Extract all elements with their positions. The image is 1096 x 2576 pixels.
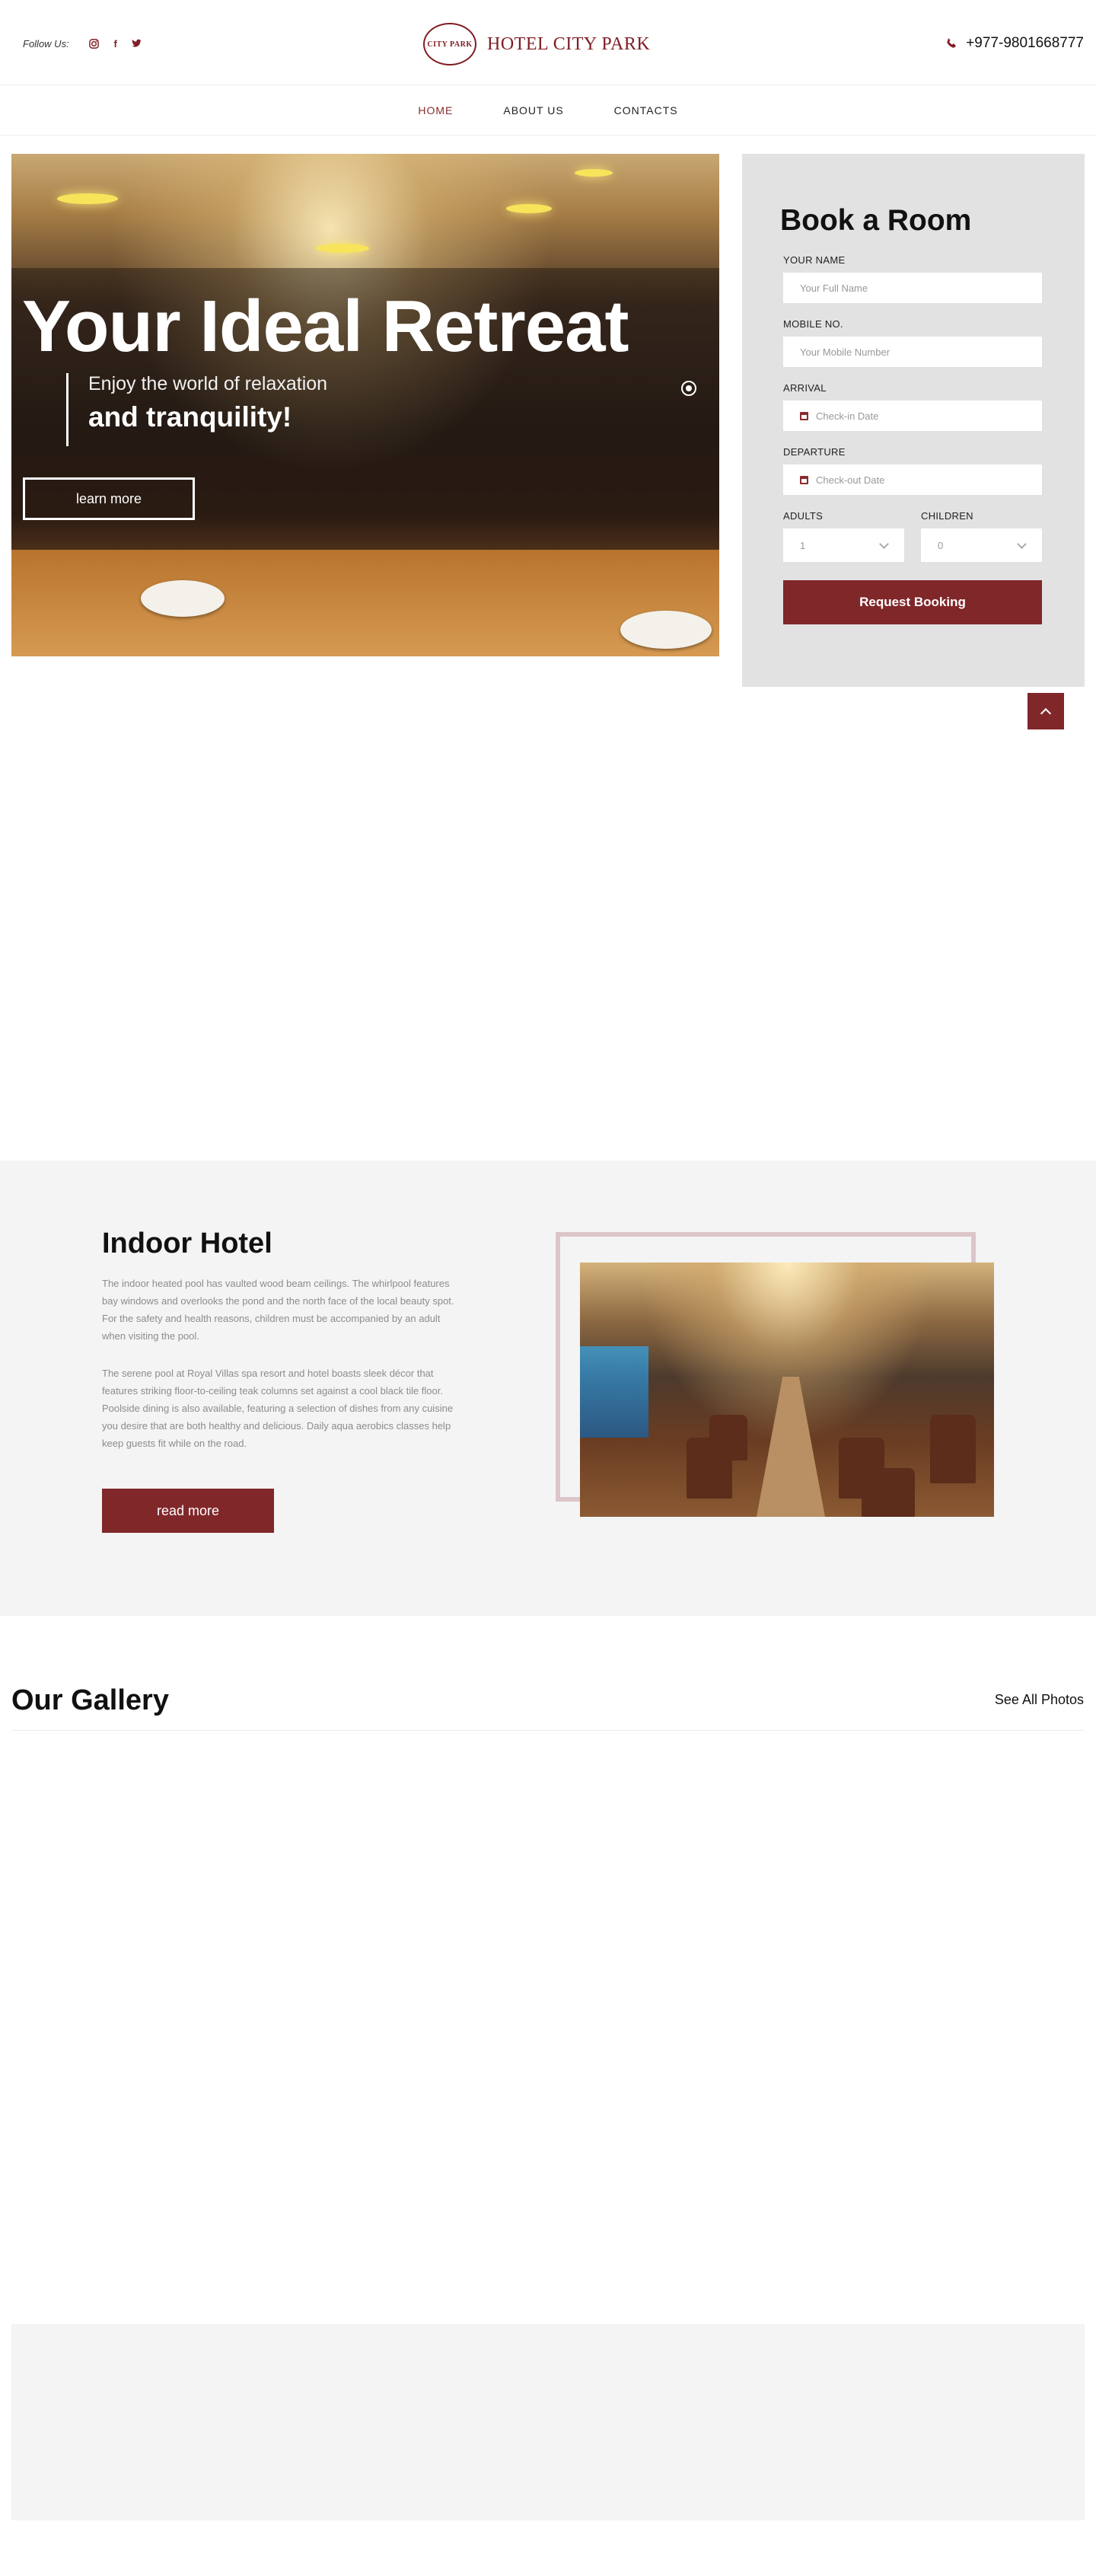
hero-subtitle: Enjoy the world of relaxation and tranqu… xyxy=(66,373,327,446)
adults-select[interactable]: 1 xyxy=(783,528,904,562)
name-input[interactable]: Your Full Name xyxy=(783,273,1042,303)
logo-text: HOTEL CITY PARK xyxy=(487,34,651,54)
gallery-placeholder xyxy=(11,2324,1085,2520)
chevron-up-icon xyxy=(1040,707,1052,719)
social-follow: Follow Us: f xyxy=(23,37,144,50)
plate xyxy=(620,611,712,649)
mobile-label: MOBILE NO. xyxy=(783,318,843,330)
nav-contacts[interactable]: CONTACTS xyxy=(614,104,678,117)
twitter-icon[interactable] xyxy=(130,37,144,50)
plate xyxy=(141,580,225,617)
phone-contact[interactable]: +977-9801668777 xyxy=(946,35,1084,52)
phone-number: +977-9801668777 xyxy=(966,35,1084,51)
instagram-icon[interactable] xyxy=(88,37,101,50)
booking-title: Book a Room xyxy=(780,204,972,237)
hero-subtitle-line-1: Enjoy the world of relaxation xyxy=(88,373,328,394)
scroll-to-top-button[interactable] xyxy=(1028,693,1064,729)
nav-home[interactable]: HOME xyxy=(418,104,453,117)
glass-cabinet xyxy=(580,1346,648,1438)
mobile-input[interactable]: Your Mobile Number xyxy=(783,337,1042,367)
indoor-paragraph-2: The serene pool at Royal Villas spa reso… xyxy=(102,1368,454,1449)
arrival-date-input[interactable]: Check-in Date xyxy=(783,401,1042,431)
departure-label: DEPARTURE xyxy=(783,446,846,458)
arrival-placeholder: Check-in Date xyxy=(816,410,879,422)
departure-date-input[interactable]: Check-out Date xyxy=(783,464,1042,495)
booking-form: Book a Room YOUR NAME Your Full Name MOB… xyxy=(742,154,1085,687)
gallery-divider xyxy=(11,1730,1085,1731)
follow-label: Follow Us: xyxy=(23,37,69,49)
hero-subtitle-line-2: and tranquility! xyxy=(88,401,292,433)
learn-more-button[interactable]: learn more xyxy=(23,477,195,520)
adults-value: 1 xyxy=(800,539,806,551)
chair xyxy=(862,1468,915,1517)
request-booking-button[interactable]: Request Booking xyxy=(783,580,1042,624)
restaurant-photo xyxy=(580,1262,994,1517)
logo-mark: CITY PARK xyxy=(423,23,476,65)
dining-table xyxy=(11,550,719,656)
chevron-down-icon xyxy=(879,538,889,549)
ceiling-light xyxy=(575,169,613,177)
departure-placeholder: Check-out Date xyxy=(816,474,885,486)
chair xyxy=(709,1415,747,1460)
ceiling-light xyxy=(506,204,552,213)
slider-dot[interactable] xyxy=(681,381,696,396)
phone-icon xyxy=(946,37,958,49)
chevron-down-icon xyxy=(1017,538,1027,549)
name-label: YOUR NAME xyxy=(783,254,846,266)
children-select[interactable]: 0 xyxy=(921,528,1042,562)
children-group: CHILDREN 0 xyxy=(921,510,1042,580)
gallery-title: Our Gallery xyxy=(11,1684,169,1716)
children-value: 0 xyxy=(938,539,944,551)
name-placeholder: Your Full Name xyxy=(800,282,868,294)
main-nav: HOME ABOUT US CONTACTS xyxy=(0,85,1096,136)
table-runner xyxy=(757,1377,825,1517)
arrival-label: ARRIVAL xyxy=(783,382,827,394)
mobile-placeholder: Your Mobile Number xyxy=(800,346,890,358)
read-more-button[interactable]: read more xyxy=(102,1489,274,1533)
adults-label: ADULTS xyxy=(783,510,824,522)
facebook-icon[interactable]: f xyxy=(109,37,123,50)
see-all-photos-link[interactable]: See All Photos xyxy=(995,1692,1084,1708)
chair xyxy=(930,1415,976,1483)
children-label: CHILDREN xyxy=(921,510,973,522)
ceiling-light xyxy=(316,244,369,253)
top-header: Follow Us: f CITY PARK HOTEL CITY PARK +… xyxy=(0,0,1096,85)
calendar-icon xyxy=(800,411,808,420)
hero-title: Your Ideal Retreat xyxy=(22,286,629,367)
guest-selects: ADULTS 1 CHILDREN 0 xyxy=(783,510,1043,580)
indoor-hotel-section: Indoor Hotel The indoor heated pool has … xyxy=(0,1160,1096,1616)
indoor-paragraph-1: The indoor heated pool has vaulted wood … xyxy=(102,1278,454,1342)
nav-about-us[interactable]: ABOUT US xyxy=(503,104,563,117)
hero-slider: Your Ideal Retreat Enjoy the world of re… xyxy=(11,154,719,656)
calendar-icon xyxy=(800,475,808,484)
indoor-title: Indoor Hotel xyxy=(102,1227,272,1259)
hotel-logo[interactable]: CITY PARK HOTEL CITY PARK xyxy=(423,23,650,65)
ceiling-light xyxy=(57,193,118,204)
adults-group: ADULTS 1 xyxy=(783,510,904,580)
